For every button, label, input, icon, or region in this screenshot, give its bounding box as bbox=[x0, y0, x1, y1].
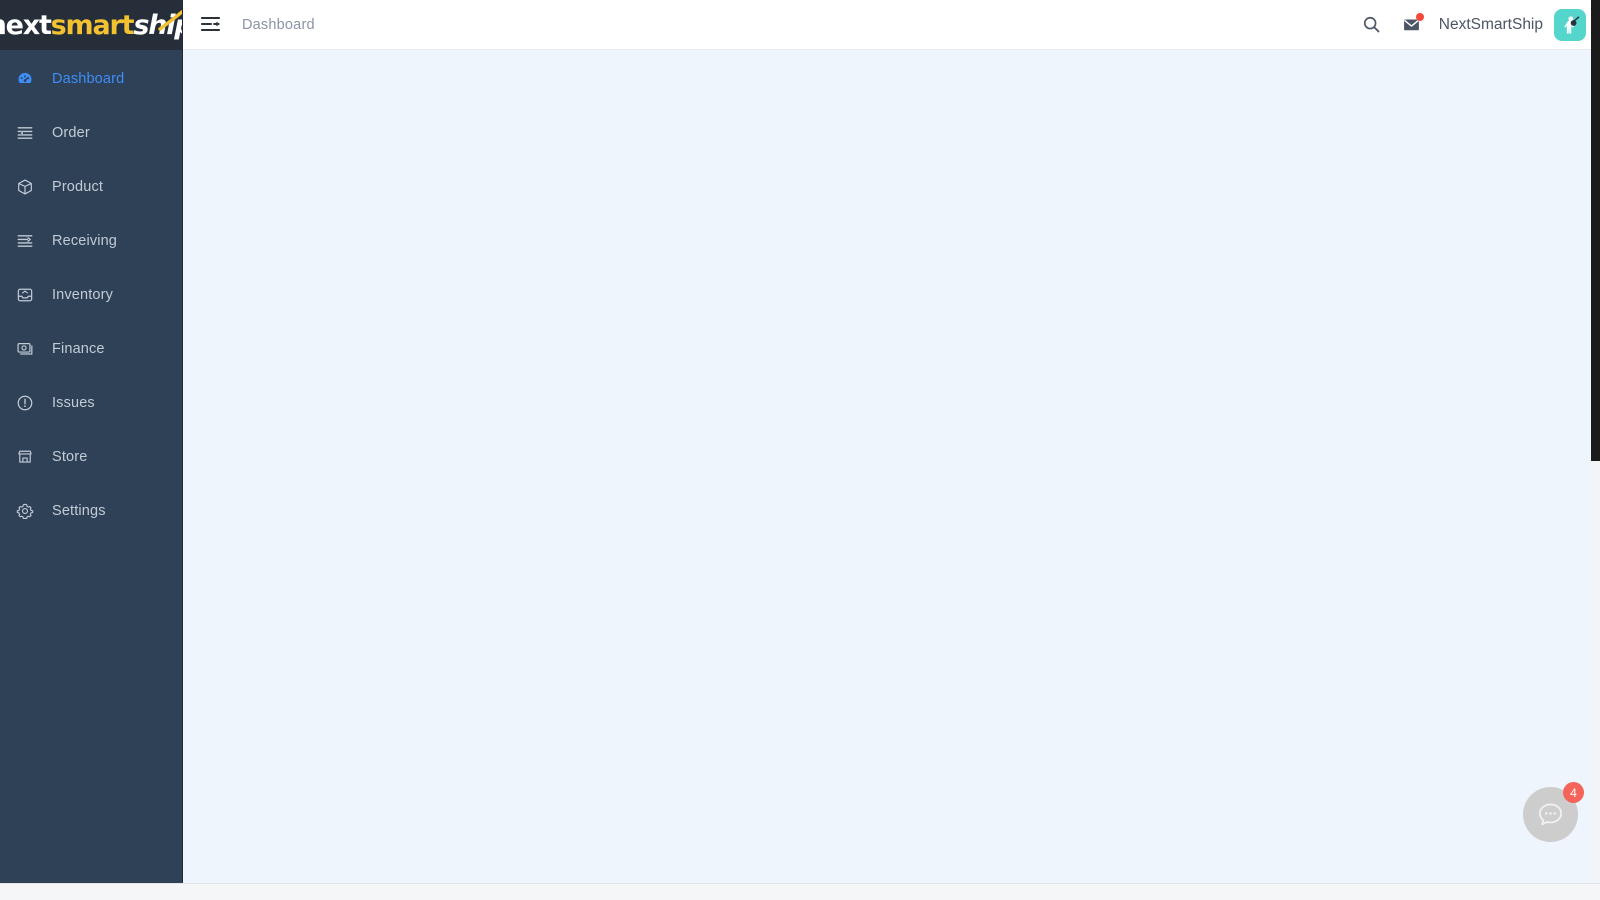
brand-logo-text: nextsmartship bbox=[0, 9, 182, 41]
logo-part-next: next bbox=[0, 9, 52, 41]
sidebar: nextsmartship bbox=[0, 0, 183, 883]
sidebar-item-dashboard[interactable]: Dashboard bbox=[0, 61, 182, 97]
receiving-list-icon bbox=[16, 232, 34, 250]
inventory-tray-icon bbox=[16, 286, 34, 304]
chat-widget: 4 bbox=[1523, 782, 1584, 842]
sidebar-item-receiving[interactable]: Receiving bbox=[0, 223, 182, 259]
sidebar-item-store[interactable]: Store bbox=[0, 439, 182, 475]
mail-unread-badge bbox=[1415, 12, 1424, 21]
settings-gear-icon bbox=[16, 502, 34, 520]
sidebar-nav: Dashboard Order Product Receiving Invent… bbox=[0, 50, 182, 547]
product-box-icon bbox=[16, 178, 34, 196]
sidebar-item-label: Dashboard bbox=[52, 71, 125, 87]
sidebar-item-label: Receiving bbox=[52, 233, 118, 249]
vertical-scrollbar[interactable] bbox=[1591, 0, 1600, 883]
horizontal-scrollbar[interactable] bbox=[0, 883, 1600, 900]
dashboard-gauge-icon bbox=[16, 70, 34, 88]
sidebar-item-label: Store bbox=[52, 449, 88, 465]
sidebar-item-issues[interactable]: Issues bbox=[0, 385, 182, 421]
vertical-scrollbar-thumb[interactable] bbox=[1591, 0, 1600, 461]
account-name[interactable]: NextSmartShip bbox=[1439, 16, 1543, 34]
sidebar-item-product[interactable]: Product bbox=[0, 169, 182, 205]
content-area: 4 bbox=[183, 50, 1600, 900]
sidebar-item-finance[interactable]: Finance bbox=[0, 331, 182, 367]
chat-unread-count[interactable]: 4 bbox=[1563, 782, 1584, 803]
topbar-actions: NextSmartShip bbox=[1349, 8, 1586, 42]
order-list-icon bbox=[16, 124, 34, 142]
topbar: Dashboard NextSmartShip bbox=[183, 0, 1600, 50]
search-icon[interactable] bbox=[1355, 8, 1389, 42]
sidebar-item-label: Inventory bbox=[52, 287, 113, 303]
logo-part-ship: ship bbox=[133, 9, 182, 41]
sidebar-collapse-icon[interactable] bbox=[193, 8, 227, 42]
sidebar-item-label: Finance bbox=[52, 341, 105, 357]
brand-logo[interactable]: nextsmartship bbox=[0, 0, 182, 50]
breadcrumb[interactable]: Dashboard bbox=[242, 17, 315, 33]
sidebar-item-order[interactable]: Order bbox=[0, 115, 182, 151]
app-root: nextsmartship bbox=[0, 0, 1600, 900]
logo-part-smart: smart bbox=[50, 9, 135, 41]
store-shop-icon bbox=[16, 448, 34, 466]
sidebar-item-label: Product bbox=[52, 179, 104, 195]
sidebar-item-label: Settings bbox=[52, 503, 106, 519]
sidebar-item-settings[interactable]: Settings bbox=[0, 493, 182, 529]
mail-envelope-icon[interactable] bbox=[1395, 8, 1429, 42]
sidebar-item-label: Issues bbox=[52, 395, 95, 411]
main-column: Dashboard NextSmartShip 4 bbox=[183, 0, 1600, 900]
issues-alert-circle-icon bbox=[16, 394, 34, 412]
sidebar-item-inventory[interactable]: Inventory bbox=[0, 277, 182, 313]
finance-banknote-icon bbox=[16, 340, 34, 358]
user-avatar-icon[interactable] bbox=[1554, 8, 1586, 41]
sidebar-item-label: Order bbox=[52, 125, 90, 141]
